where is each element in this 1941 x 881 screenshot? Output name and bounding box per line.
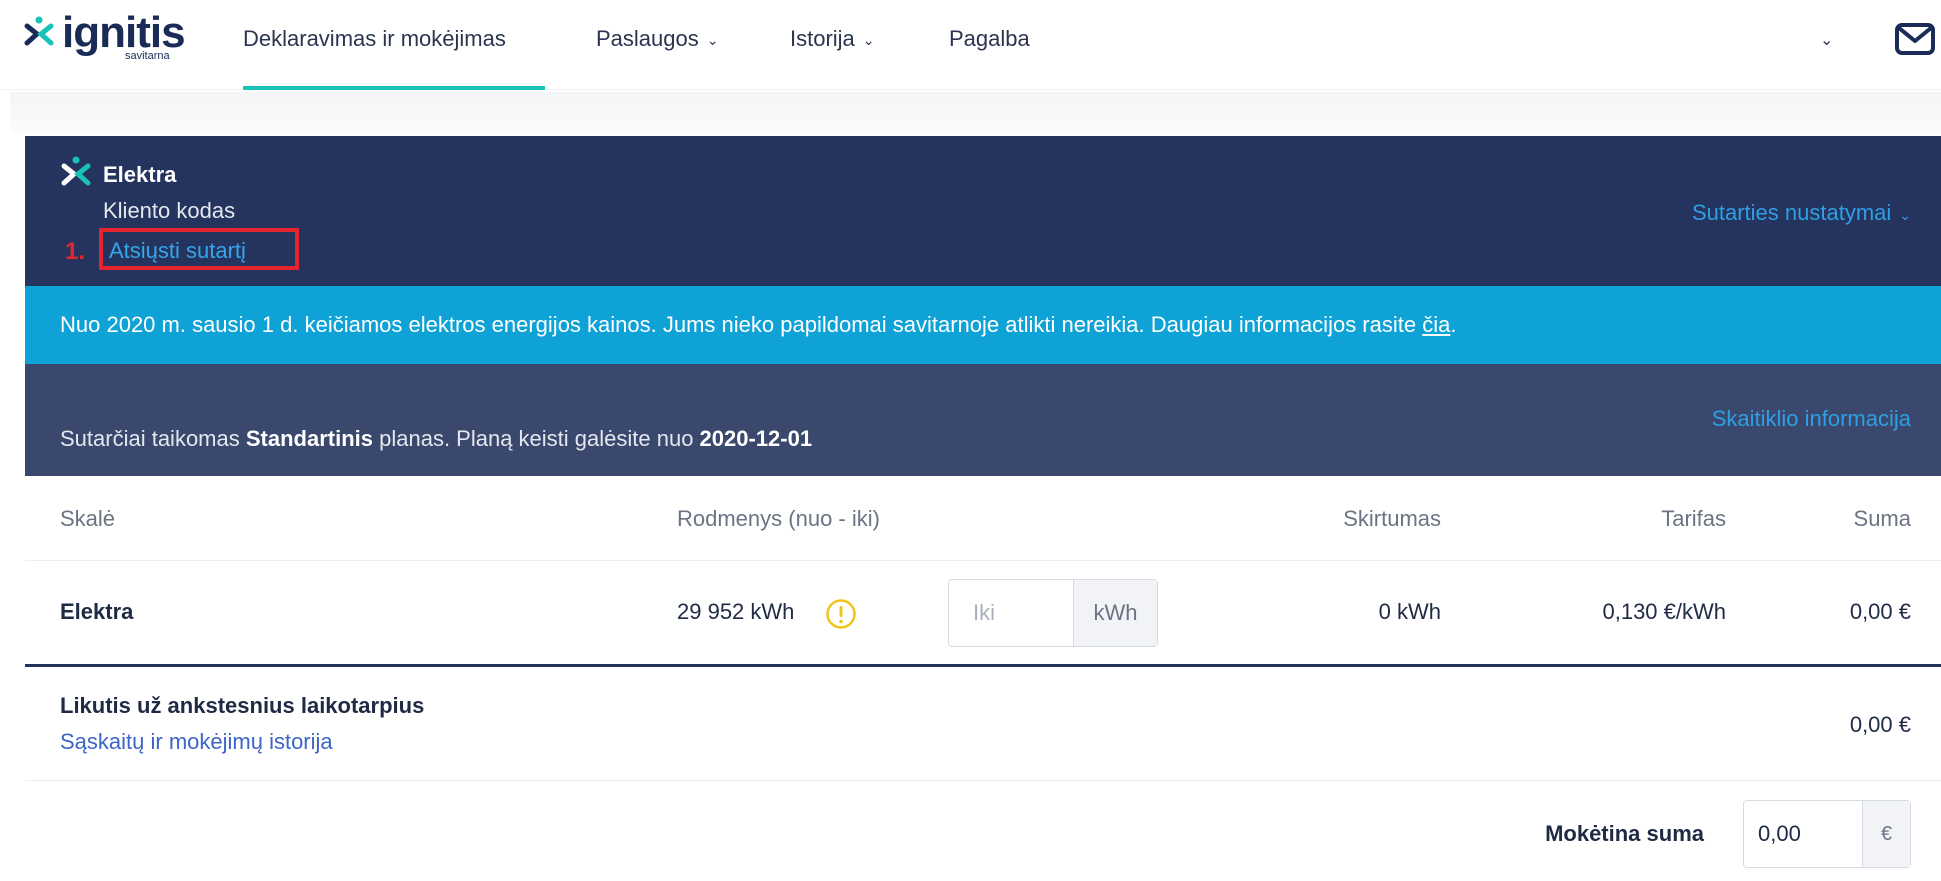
nav-item-history[interactable]: Istorija ⌄ (790, 26, 875, 52)
balance-amount: 0,00 € (1849, 712, 1911, 737)
active-tab-indicator (243, 86, 545, 90)
envelope-icon[interactable] (1894, 22, 1936, 56)
notice-text: Nuo 2020 m. sausio 1 d. keičiamos elektr… (60, 312, 1456, 338)
top-navigation: ignitis savitarna Deklaravimas ir mokėji… (0, 0, 1941, 90)
table-row: Elektra 29 952 kWh kWh 0 kWh 0,130 €/kWh… (25, 561, 1941, 667)
plan-change-date: 2020-12-01 (699, 426, 813, 451)
chevron-down-icon: ⌄ (862, 31, 875, 48)
notice-suffix: . (1450, 312, 1457, 337)
column-header-tariff: Tarifas (1661, 506, 1726, 531)
amount-due-row: Mokėtina suma € (25, 781, 1941, 881)
nav-item-label: Pagalba (949, 26, 1030, 51)
tariff-value: 0,130 €/kWh (1602, 599, 1726, 624)
nav-item-label: Paslaugos (596, 26, 699, 51)
plan-name: Standartinis (245, 426, 373, 451)
notice-message: Nuo 2020 m. sausio 1 d. keičiamos elektr… (60, 312, 1423, 337)
ignitis-logo-icon (24, 16, 54, 46)
chevron-down-icon: ⌄ (706, 31, 719, 48)
scale-name: Elektra (60, 599, 134, 624)
nav-item-label: Istorija (790, 26, 855, 51)
brand-logo[interactable]: ignitis savitarna (24, 8, 194, 62)
nav-item-label: Deklaravimas ir mokėjimas (243, 26, 506, 51)
plan-middle: planas. Planą keisti galėsite nuo (373, 426, 700, 451)
contract-header: Elektra Kliento kodas 1. Atsiųsti sutart… (25, 136, 1941, 286)
download-contract-link[interactable]: Atsiųsti sutartį (99, 228, 299, 270)
amount-due-input[interactable] (1744, 801, 1862, 867)
previous-balance-row: Likutis už ankstesnius laikotarpius Sąsk… (25, 667, 1941, 781)
difference-value: 0 kWh (1378, 599, 1441, 624)
contract-settings-label: Sutarties nustatymai (1691, 200, 1892, 225)
sum-value: 0,00 € (1849, 599, 1911, 624)
currency-unit: € (1862, 801, 1910, 867)
amount-due-label: Mokėtina suma (1545, 821, 1704, 846)
payment-history-link[interactable]: Sąskaitų ir mokėjimų istorija (60, 729, 333, 755)
plan-info-bar: Sutarčiai taikomas Standartinis planas. … (25, 364, 1941, 476)
notice-more-info-link[interactable]: čia (1422, 312, 1450, 337)
reading-to-input[interactable] (949, 580, 1073, 646)
column-header-sum: Suma (1853, 506, 1911, 531)
reading-unit: kWh (1073, 580, 1157, 646)
nav-item-help[interactable]: Pagalba (949, 26, 1030, 52)
meter-info-link[interactable]: Skaitiklio informacija (1712, 406, 1911, 432)
price-change-notice: Nuo 2020 m. sausio 1 d. keičiamos elektr… (25, 286, 1941, 364)
nav-item-declaration[interactable]: Deklaravimas ir mokėjimas (243, 26, 506, 52)
brand-subtitle: savitarna (125, 50, 170, 62)
column-header-readings: Rodmenys (nuo - iki) (677, 506, 880, 531)
chevron-down-icon: ⌄ (1899, 207, 1911, 223)
reading-from: 29 952 kWh (677, 599, 795, 624)
balance-label: Likutis už ankstesnius laikotarpius (60, 693, 425, 718)
page-top-shadow (10, 92, 1941, 132)
plan-description: Sutarčiai taikomas Standartinis planas. … (60, 426, 812, 452)
chevron-down-icon[interactable]: ⌄ (1820, 30, 1833, 50)
amount-due-field: € (1743, 800, 1911, 868)
client-code-label: Kliento kodas (103, 198, 236, 223)
nav-item-services[interactable]: Paslaugos ⌄ (596, 26, 718, 52)
readings-table-header: Skalė Rodmenys (nuo - iki) Skirtumas Tar… (25, 476, 1941, 561)
download-contract-label: Atsiųsti sutartį (109, 238, 246, 263)
ignitis-logo-icon (61, 156, 91, 186)
column-header-difference: Skirtumas (1343, 506, 1441, 531)
column-header-scale: Skalė (60, 506, 116, 531)
warning-icon[interactable] (825, 598, 857, 630)
contract-settings-dropdown[interactable]: Sutarties nustatymai ⌄ (1692, 200, 1911, 226)
contract-title: Elektra (103, 162, 177, 187)
step-marker: 1. (65, 238, 86, 265)
plan-prefix: Sutarčiai taikomas (60, 426, 246, 451)
reading-to-field: kWh (948, 579, 1158, 647)
